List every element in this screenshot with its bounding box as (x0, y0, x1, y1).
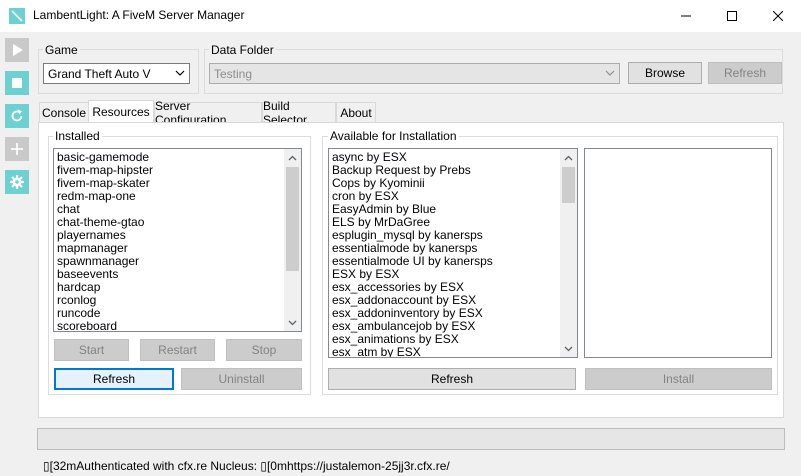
window-title: LambentLight: A FiveM Server Manager (33, 8, 245, 22)
available-group-label: Available for Installation (328, 129, 459, 143)
chevron-down-icon (175, 70, 185, 76)
scroll-up-arrow-icon[interactable] (560, 149, 577, 166)
tab-about[interactable]: About (336, 102, 376, 122)
minimize-button[interactable] (663, 0, 709, 32)
available-list-scrollbar[interactable] (560, 149, 577, 357)
browse-button[interactable]: Browse (628, 62, 702, 84)
stop-resource-button[interactable]: Stop (226, 339, 302, 361)
tab-build-selector[interactable]: Build Selector (262, 99, 336, 127)
scroll-down-arrow-icon[interactable] (560, 340, 577, 357)
game-select-value: Grand Theft Auto V (48, 67, 151, 81)
installed-list-scrollbar[interactable] (284, 149, 301, 331)
restart-server-button[interactable] (5, 104, 29, 128)
list-item[interactable]: scoreboard (54, 320, 301, 332)
uninstall-button[interactable]: Uninstall (181, 368, 302, 390)
resource-details-box[interactable] (584, 148, 772, 358)
tab-server-configuration[interactable]: Server Configuration (154, 99, 262, 127)
scroll-thumb[interactable] (286, 167, 299, 271)
installed-group-label: Installed (53, 129, 102, 143)
maximize-button[interactable] (709, 0, 755, 32)
status-message: ▯[32mAuthenticated with cfx.re Nucleus: … (43, 459, 450, 473)
chevron-down-icon (605, 70, 615, 76)
game-group-label: Game (43, 43, 80, 57)
stop-server-button[interactable] (5, 71, 29, 95)
close-button[interactable] (755, 0, 801, 32)
title-bar[interactable]: LambentLight: A FiveM Server Manager (0, 0, 801, 32)
install-button[interactable]: Install (585, 368, 772, 390)
scroll-down-arrow-icon[interactable] (284, 314, 301, 331)
start-resource-button[interactable]: Start (54, 339, 129, 361)
game-select[interactable]: Grand Theft Auto V (43, 63, 190, 84)
create-data-folder-button[interactable] (5, 137, 29, 161)
installed-list[interactable]: basic-gamemode fivem-map-hipster fivem-m… (53, 148, 302, 332)
restart-icon (11, 109, 23, 122)
settings-button[interactable] (5, 170, 29, 194)
gear-icon (10, 175, 24, 189)
progress-bar (37, 428, 785, 450)
refresh-available-button[interactable]: Refresh (328, 368, 576, 390)
add-icon (11, 143, 23, 155)
scroll-up-arrow-icon[interactable] (284, 149, 301, 166)
available-list[interactable]: async by ESX Backup Request by Prebs Cop… (328, 148, 578, 358)
refresh-folders-button[interactable]: Refresh (708, 62, 782, 84)
tab-resources[interactable]: Resources (88, 100, 154, 123)
scroll-thumb[interactable] (562, 167, 575, 203)
start-server-button[interactable] (5, 38, 29, 62)
stop-icon (12, 78, 22, 88)
data-folder-select[interactable]: Testing (209, 63, 620, 84)
play-icon (13, 44, 23, 56)
app-logo-icon (9, 8, 25, 24)
list-item[interactable]: esx_atm by ESX (329, 346, 577, 358)
data-folder-group-label: Data Folder (209, 43, 276, 57)
tab-console[interactable]: Console (39, 102, 89, 122)
refresh-installed-button[interactable]: Refresh (54, 368, 174, 390)
restart-resource-button[interactable]: Restart (140, 339, 215, 361)
list-item[interactable]: redm-map-one (54, 190, 301, 203)
data-folder-select-value: Testing (214, 67, 253, 81)
